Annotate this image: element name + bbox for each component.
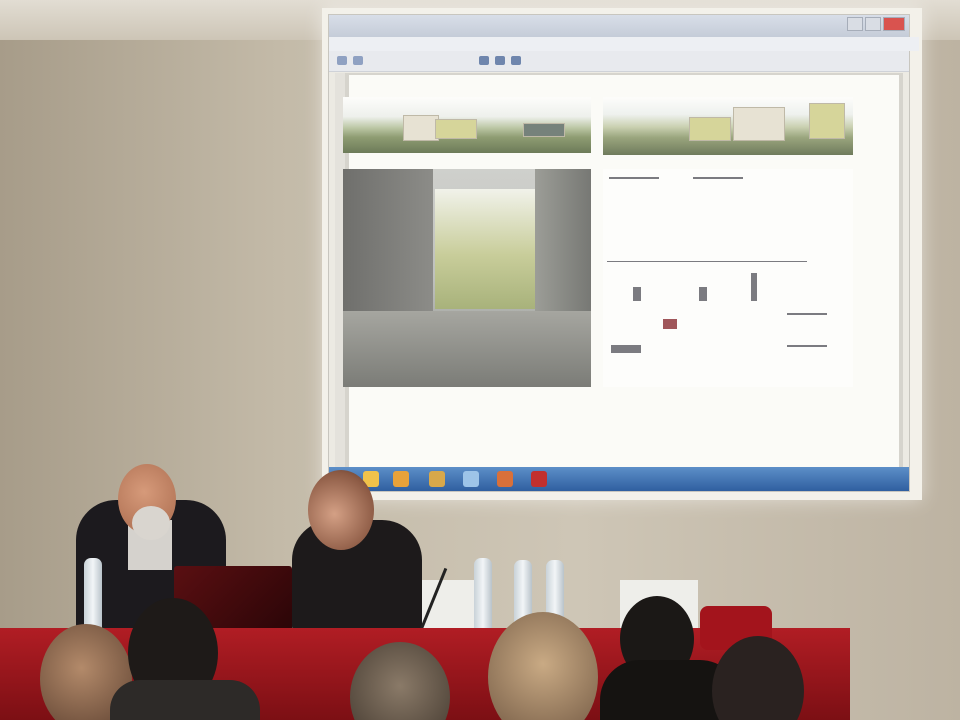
building-shape: [435, 119, 477, 139]
building-shape: [689, 117, 731, 141]
drawing-block: [699, 287, 707, 301]
building-shape: [809, 103, 845, 139]
drawing-line: [787, 313, 827, 315]
conference-scene: [0, 0, 960, 720]
window-toolbar: [329, 51, 909, 72]
window-title-bar: [329, 15, 909, 37]
toolbar-icon[interactable]: [353, 56, 363, 65]
building-shape: [733, 107, 785, 141]
taskbar-app-icon[interactable]: [463, 471, 479, 487]
building-shape: [523, 123, 565, 137]
drawing-block: [611, 345, 641, 353]
corridor-floor: [343, 311, 591, 387]
render-interior-corridor: [343, 169, 591, 387]
chair: [418, 580, 474, 628]
drawing-line: [787, 345, 827, 347]
speaker-woman-head: [308, 470, 374, 550]
windows-taskbar: [329, 467, 909, 491]
window-menu-bar: [329, 37, 919, 51]
render-exterior-left: [343, 97, 591, 153]
beard: [132, 506, 170, 540]
water-bottle: [84, 558, 102, 630]
window-controls: [847, 17, 905, 31]
building-shape: [403, 115, 439, 141]
drawing-block: [663, 319, 677, 329]
maximize-button[interactable]: [865, 17, 881, 31]
close-button[interactable]: [883, 17, 905, 31]
toolbar-icon[interactable]: [511, 56, 521, 65]
taskbar-app-icon[interactable]: [429, 471, 445, 487]
toolbar-icon[interactable]: [479, 56, 489, 65]
minimize-button[interactable]: [847, 17, 863, 31]
drawing-line: [607, 261, 807, 262]
taskbar-app-icon[interactable]: [497, 471, 513, 487]
toolbar-icon[interactable]: [495, 56, 505, 65]
render-exterior-right: [603, 97, 853, 155]
section-drawing: [603, 169, 853, 387]
drawing-line: [609, 177, 659, 179]
taskbar-app-icon[interactable]: [531, 471, 547, 487]
audience-shoulders: [110, 680, 260, 720]
drawing-line: [693, 177, 743, 179]
corridor-opening: [435, 189, 535, 309]
toolbar-icon[interactable]: [337, 56, 347, 65]
projected-window: [328, 14, 919, 492]
drawing-block: [633, 287, 641, 301]
drawing-block: [751, 273, 757, 301]
taskbar-app-icon[interactable]: [393, 471, 409, 487]
